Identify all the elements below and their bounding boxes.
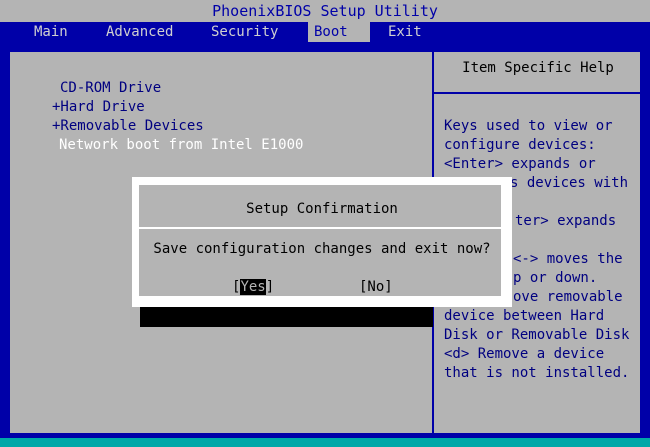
boot-item-hard-drive[interactable]: +Hard Drive: [52, 99, 145, 115]
help-line: device between Hard: [444, 308, 605, 324]
help-line: Keys used to view or: [444, 118, 613, 134]
help-title: Item Specific Help: [462, 60, 614, 76]
tab-main[interactable]: Main: [28, 22, 74, 42]
no-button[interactable]: [No]: [359, 279, 393, 295]
help-line: <-> moves the: [513, 251, 623, 267]
yes-close-bracket: ]: [265, 279, 275, 295]
yes-button[interactable]: [Yes]: [232, 279, 274, 295]
tab-advanced[interactable]: Advanced: [100, 22, 179, 42]
help-separator: [434, 92, 642, 94]
dialog-separator: [139, 227, 505, 229]
help-line: that is not installed.: [444, 365, 630, 381]
help-line: <Enter> expands or: [444, 156, 596, 172]
help-line: ove removable: [513, 289, 623, 305]
footer-bar: [0, 438, 650, 447]
tab-security[interactable]: Security: [205, 22, 284, 42]
setup-confirmation-dialog: Setup Confirmation Save configuration ch…: [132, 177, 512, 307]
dialog-body: Setup Confirmation Save configuration ch…: [137, 183, 505, 298]
help-line: configure devices:: [444, 137, 596, 153]
boot-item-cdrom[interactable]: CD-ROM Drive: [60, 80, 161, 96]
boot-item-removable-devices[interactable]: +Removable Devices: [52, 118, 204, 134]
dialog-title: Setup Confirmation: [246, 201, 398, 217]
menu-bar: Main Advanced Security Boot Exit: [0, 22, 650, 42]
tab-boot[interactable]: Boot: [308, 22, 370, 42]
yes-label: Yes: [240, 279, 266, 295]
boot-item-network[interactable]: Network boot from Intel E1000: [59, 137, 303, 153]
app-title: PhoenixBIOS Setup Utility: [0, 0, 650, 22]
help-line: <d> Remove a device: [444, 346, 605, 362]
help-line: p or down.: [513, 270, 598, 286]
help-line: Disk or Removable Disk: [444, 327, 630, 343]
help-line: s devices with: [510, 175, 629, 191]
help-line: ter> expands: [515, 213, 617, 229]
tab-exit[interactable]: Exit: [382, 22, 428, 42]
dialog-shadow: [140, 307, 433, 327]
dialog-message: Save configuration changes and exit now?: [153, 241, 491, 257]
